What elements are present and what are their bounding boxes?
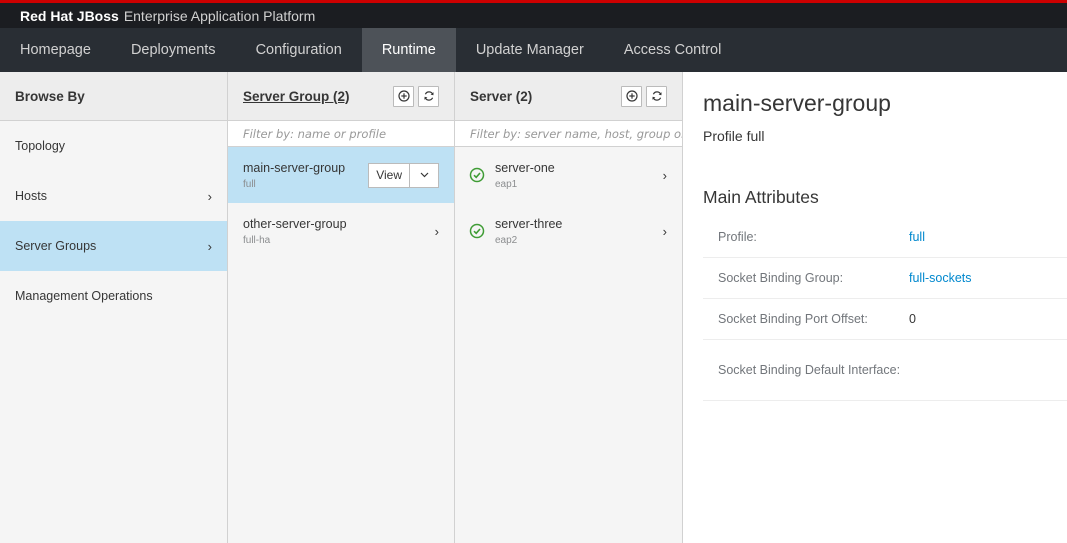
chevron-right-icon: › <box>434 223 439 239</box>
details-subtitle: Profile full <box>703 128 765 144</box>
server-header: Server (2) <box>455 72 682 121</box>
attribute-name: Socket Binding Group: <box>718 271 844 285</box>
server-group-profile: full-ha <box>243 234 271 246</box>
refresh-servers-button[interactable] <box>646 85 667 107</box>
attribute-row: Socket Binding Group: full-sockets <box>703 258 1067 299</box>
server-group-profile: full <box>243 178 256 190</box>
details-title: main-server-group <box>703 90 891 116</box>
server-group-tag: eap2 <box>495 234 518 246</box>
attribute-row: Socket Binding Default Interface: <box>703 340 1067 401</box>
attribute-value-link[interactable]: full <box>909 230 925 244</box>
server-item-three[interactable]: server-three eap2 › <box>455 203 682 259</box>
chevron-right-icon: › <box>207 238 212 254</box>
server-group-item-main[interactable]: main-server-group full View <box>228 147 454 203</box>
browse-item-label: Topology <box>15 139 66 153</box>
add-circle-icon <box>625 90 638 102</box>
view-dropdown-toggle[interactable] <box>410 164 438 187</box>
brand-bar: Red Hat JBoss Enterprise Application Pla… <box>0 3 1067 28</box>
attribute-row: Profile: full <box>703 217 1067 258</box>
server-item-one[interactable]: server-one eap1 › <box>455 147 682 203</box>
server-column: Server (2) Filter by: server name, host,… <box>455 72 683 543</box>
server-filter-input[interactable] <box>470 126 682 141</box>
server-group-column: Server Group (2) main <box>228 72 455 543</box>
refresh-server-groups-button[interactable] <box>418 85 439 107</box>
server-group-tag: eap1 <box>495 178 518 190</box>
browse-by-title: Browse By <box>15 88 85 104</box>
server-group-name: main-server-group <box>243 160 346 175</box>
product-name: Enterprise Application Platform <box>123 7 316 24</box>
nav-access-control[interactable]: Access Control <box>604 28 742 72</box>
attribute-value: 0 <box>909 312 916 326</box>
browse-item-management-operations[interactable]: Management Operations <box>0 271 227 321</box>
view-split-button: View <box>368 162 439 188</box>
server-filter <box>455 121 682 147</box>
server-title: Server (2) <box>470 88 533 104</box>
browse-by-header: Browse By <box>0 72 227 121</box>
attribute-name: Socket Binding Port Offset: <box>718 312 868 326</box>
chevron-right-icon: › <box>207 188 212 204</box>
ok-status-icon <box>469 223 485 239</box>
browse-item-server-groups[interactable]: Server Groups › <box>0 221 227 271</box>
browse-item-label: Management Operations <box>15 289 153 303</box>
browse-item-hosts[interactable]: Hosts › <box>0 171 227 221</box>
server-group-header: Server Group (2) <box>228 72 454 121</box>
server-name: server-one <box>495 160 555 175</box>
refresh-icon <box>423 91 434 101</box>
browse-item-label: Server Groups <box>15 239 97 253</box>
nav-homepage[interactable]: Homepage <box>0 28 111 72</box>
nav-runtime[interactable]: Runtime <box>361 28 456 72</box>
attribute-row: Socket Binding Port Offset: 0 <box>703 299 1067 340</box>
details-panel: main-server-group Profile full Main Attr… <box>683 72 1067 543</box>
add-server-button[interactable] <box>621 85 642 107</box>
server-group-title[interactable]: Server Group (2) <box>243 89 350 104</box>
server-group-filter <box>228 121 454 147</box>
server-name: server-three <box>495 216 563 231</box>
refresh-icon <box>651 91 662 101</box>
attribute-name: Profile: <box>718 230 757 244</box>
server-group-name: other-server-group <box>243 216 347 231</box>
nav-deployments[interactable]: Deployments <box>111 28 236 72</box>
view-button[interactable]: View <box>369 163 410 187</box>
attribute-value-link[interactable]: full-sockets <box>909 271 972 285</box>
main-attributes-heading: Main Attributes <box>703 187 819 207</box>
browse-by-column: Browse By Topology Hosts › Server Groups… <box>0 72 228 543</box>
server-group-item-other[interactable]: other-server-group full-ha › <box>228 203 454 259</box>
browse-item-label: Hosts <box>15 189 47 203</box>
main-nav: Homepage Deployments Configuration Runti… <box>0 28 1067 72</box>
nav-update-manager[interactable]: Update Manager <box>456 28 604 72</box>
chevron-right-icon: › <box>662 167 667 183</box>
attribute-name: Socket Binding Default Interface: <box>718 363 901 377</box>
nav-configuration[interactable]: Configuration <box>236 28 362 72</box>
browse-item-topology[interactable]: Topology <box>0 121 227 171</box>
ok-status-icon <box>469 167 485 183</box>
add-circle-icon <box>397 90 410 102</box>
chevron-down-icon <box>420 172 428 178</box>
attributes-table: Profile: full Socket Binding Group: full… <box>703 217 1067 401</box>
chevron-right-icon: › <box>662 223 667 239</box>
server-group-filter-input[interactable] <box>243 126 454 141</box>
brand-name: Red Hat JBoss <box>20 7 119 24</box>
add-server-group-button[interactable] <box>393 85 414 107</box>
